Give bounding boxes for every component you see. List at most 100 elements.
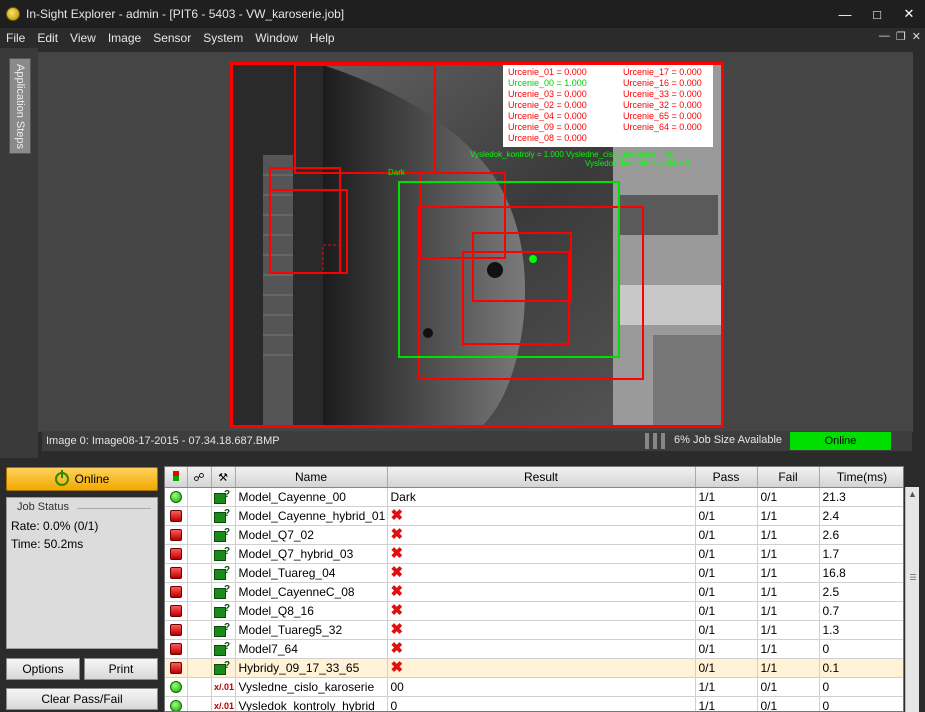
pass-cell: 0/1 xyxy=(695,563,758,583)
menu-help[interactable]: Help xyxy=(304,31,341,45)
status-cell xyxy=(165,544,188,564)
table-row[interactable]: ? Model7_64 ✖ 0/1 1/1 0 xyxy=(165,639,903,659)
menu-system[interactable]: System xyxy=(197,31,249,45)
result-cell: ✖ xyxy=(387,563,696,583)
column-tool[interactable]: ⚒ xyxy=(211,467,236,488)
options-button[interactable]: Options xyxy=(6,658,80,680)
window-title: In-Sight Explorer - admin - [PIT6 - 5403… xyxy=(26,7,345,21)
link-cell xyxy=(187,582,212,602)
link-cell xyxy=(187,506,212,526)
scroll-up-icon[interactable]: ▲ xyxy=(906,487,919,501)
fail-x-icon: ✖ xyxy=(390,564,404,581)
menu-file[interactable]: File xyxy=(0,31,31,45)
fail-cell: 0/1 xyxy=(757,696,820,711)
table-row[interactable]: ? Model_Tuareg5_32 ✖ 0/1 1/1 1.3 xyxy=(165,620,903,640)
fail-x-icon: ✖ xyxy=(390,659,404,676)
clear-pass-fail-button[interactable]: Clear Pass/Fail xyxy=(6,688,158,710)
status-cell xyxy=(165,582,188,602)
pattern-tool-icon: ? xyxy=(214,546,232,562)
tool-cell: ? xyxy=(211,544,236,564)
results-table[interactable]: ☍ ⚒ Name Result Pass Fail Time(ms) ? Mode… xyxy=(164,466,904,712)
overlay-text-urcenie-64: Urcenie_64 = 0.000 xyxy=(623,122,702,132)
job-time: Time: 50.2ms xyxy=(11,537,84,551)
fail-cell: 1/1 xyxy=(757,601,820,621)
pass-status-icon xyxy=(169,680,182,693)
time-cell: 1.3 xyxy=(819,620,903,640)
pattern-tool-icon: ? xyxy=(214,641,232,657)
fail-status-icon xyxy=(169,547,182,560)
overlay-text-urcenie-09: Urcenie_09 = 0.000 xyxy=(508,122,587,132)
result-value: 0 xyxy=(390,698,398,712)
table-row[interactable]: ? Model_Q8_16 ✖ 0/1 1/1 0.7 xyxy=(165,601,903,621)
print-button[interactable]: Print xyxy=(84,658,158,680)
table-row[interactable]: ? Model_Cayenne_00 Dark 1/1 0/1 21.3 xyxy=(165,487,903,507)
table-row[interactable]: ? Model_Q7_02 ✖ 0/1 1/1 2.6 xyxy=(165,525,903,545)
column-pass[interactable]: Pass xyxy=(695,467,758,488)
online-button[interactable]: Online xyxy=(6,467,158,491)
overlay-text-urcenie-33: Urcenie_33 = 0.000 xyxy=(623,89,702,99)
menu-edit[interactable]: Edit xyxy=(31,31,64,45)
link-cell xyxy=(187,639,212,659)
status-cell xyxy=(165,696,188,711)
column-result[interactable]: Result xyxy=(387,467,696,488)
maximize-icon[interactable]: □ xyxy=(861,0,893,28)
fail-cell: 0/1 xyxy=(757,487,820,507)
mdi-minimize-icon[interactable]: — xyxy=(879,30,890,43)
result-value: Dark xyxy=(390,489,416,504)
result-cell: 0 xyxy=(387,696,696,712)
pass-cell: 0/1 xyxy=(695,620,758,640)
table-row[interactable]: ? Model_Q7_hybrid_03 ✖ 0/1 1/1 1.7 xyxy=(165,544,903,564)
mdi-close-icon[interactable]: ✕ xyxy=(912,30,921,43)
link-cell xyxy=(187,487,212,507)
overlay-text-urcenie-03: Urcenie_03 = 0.000 xyxy=(508,89,587,99)
fail-x-icon: ✖ xyxy=(390,640,404,657)
status-cell xyxy=(165,563,188,583)
column-fail[interactable]: Fail xyxy=(757,467,820,488)
time-cell: 21.3 xyxy=(819,487,903,507)
table-scrollbar[interactable]: ▲ ☰ xyxy=(905,487,919,712)
table-row[interactable]: ? Model_Cayenne_hybrid_01 ✖ 0/1 1/1 2.4 xyxy=(165,506,903,526)
link-cell xyxy=(187,601,212,621)
table-row[interactable]: x/.01 Vysledne_cislo_karoserie 00 1/1 0/1 0 xyxy=(165,677,903,697)
table-row[interactable]: x/.01 Vysledok_kontroly_hybrid 0 1/1 0/1 0 xyxy=(165,696,903,712)
time-cell: 1.7 xyxy=(819,544,903,564)
name-cell: Hybridy_09_17_33_65 xyxy=(235,658,388,678)
fail-cell: 0/1 xyxy=(757,677,820,697)
time-cell: 16.8 xyxy=(819,563,903,583)
menu-view[interactable]: View xyxy=(64,31,102,45)
pass-cell: 0/1 xyxy=(695,525,758,545)
pattern-tool-icon: ? xyxy=(214,603,232,619)
tool-cell: ? xyxy=(211,639,236,659)
fail-status-icon xyxy=(169,661,182,674)
pass-cell: 0/1 xyxy=(695,506,758,526)
table-row[interactable]: ? Model_Tuareg_04 ✖ 0/1 1/1 16.8 xyxy=(165,563,903,583)
status-cell xyxy=(165,639,188,659)
pass-cell: 0/1 xyxy=(695,639,758,659)
job-status-panel: Job Status Rate: 0.0% (0/1) Time: 50.2ms xyxy=(6,497,158,649)
application-steps-tab[interactable]: Application Steps xyxy=(9,58,31,154)
close-icon[interactable]: ✕ xyxy=(893,0,925,28)
column-time[interactable]: Time(ms) xyxy=(819,467,903,488)
pass-cell: 1/1 xyxy=(695,677,758,697)
name-cell: Model_Tuareg5_32 xyxy=(235,620,388,640)
menu-sensor[interactable]: Sensor xyxy=(147,31,197,45)
camera-image[interactable]: Urcenie_01 = 0.000 Urcenie_00 = 1.000 Ur… xyxy=(230,62,724,428)
name-cell: Model_Q7_02 xyxy=(235,525,388,545)
menu-image[interactable]: Image xyxy=(102,31,147,45)
minimize-icon[interactable]: — xyxy=(829,0,861,28)
fail-x-icon: ✖ xyxy=(390,583,404,600)
pattern-tool-icon: ? xyxy=(214,508,232,524)
scroll-thumb[interactable]: ☰ xyxy=(908,573,918,583)
name-cell: Model_CayenneC_08 xyxy=(235,582,388,602)
table-row[interactable]: ? Model_CayenneC_08 ✖ 0/1 1/1 2.5 xyxy=(165,582,903,602)
status-cell xyxy=(165,601,188,621)
column-name[interactable]: Name xyxy=(235,467,388,488)
link-cell xyxy=(187,525,212,545)
column-link[interactable]: ☍ xyxy=(187,467,212,488)
mdi-restore-icon[interactable]: ❐ xyxy=(896,30,906,43)
tool-cell: x/.01 xyxy=(211,677,236,697)
menu-window[interactable]: Window xyxy=(249,31,304,45)
column-status[interactable] xyxy=(165,467,188,488)
name-cell: Vysledok_kontroly_hybrid xyxy=(235,696,388,711)
table-row[interactable]: ? Hybridy_09_17_33_65 ✖ 0/1 1/1 0.1 xyxy=(165,658,903,678)
